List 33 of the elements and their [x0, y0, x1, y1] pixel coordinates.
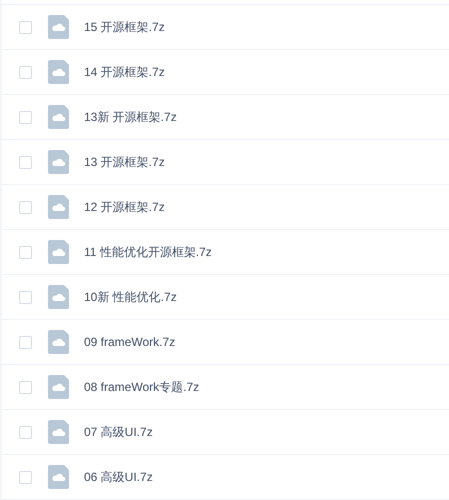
checkbox[interactable] — [19, 290, 32, 304]
file-name[interactable]: 06 高级UI.7z — [84, 468, 153, 486]
checkbox[interactable] — [19, 110, 32, 124]
cloud-file-icon — [48, 375, 69, 399]
file-name[interactable]: 12 开源框架.7z — [84, 198, 165, 216]
checkbox[interactable] — [19, 380, 32, 394]
file-name[interactable]: 10新 性能优化.7z — [84, 288, 177, 306]
cloud-file-icon — [48, 420, 69, 444]
cloud-file-icon — [48, 105, 69, 129]
file-name[interactable]: 09 frameWork.7z — [84, 333, 176, 351]
file-name[interactable]: 15 开源框架.7z — [84, 18, 165, 36]
cloud-file-icon — [48, 330, 69, 354]
file-name[interactable]: 13 开源框架.7z — [84, 153, 165, 171]
checkbox[interactable] — [19, 66, 32, 78]
file-name[interactable]: 11 性能优化开源框架.7z — [84, 243, 212, 261]
checkbox[interactable] — [19, 246, 32, 258]
cloud-file-icon — [48, 465, 69, 489]
cloud-file-icon — [48, 240, 69, 264]
file-name[interactable]: 14 开源框架.7z — [84, 63, 165, 81]
file-name[interactable]: 08 frameWork专题.7z — [84, 378, 200, 396]
cloud-file-icon — [48, 60, 69, 84]
checkbox[interactable] — [19, 426, 32, 438]
file-name[interactable]: 07 高级UI.7z — [84, 423, 153, 441]
checkbox[interactable] — [19, 336, 32, 348]
cloud-file-icon — [48, 195, 69, 219]
cloud-file-icon — [48, 15, 69, 39]
checkbox[interactable] — [19, 200, 32, 214]
checkbox[interactable] — [19, 156, 32, 168]
checkbox[interactable] — [19, 20, 32, 34]
file-name[interactable]: 13新 开源框架.7z — [84, 108, 177, 126]
cloud-file-icon — [48, 150, 69, 174]
cloud-file-icon — [48, 285, 69, 309]
checkbox[interactable] — [19, 470, 32, 484]
